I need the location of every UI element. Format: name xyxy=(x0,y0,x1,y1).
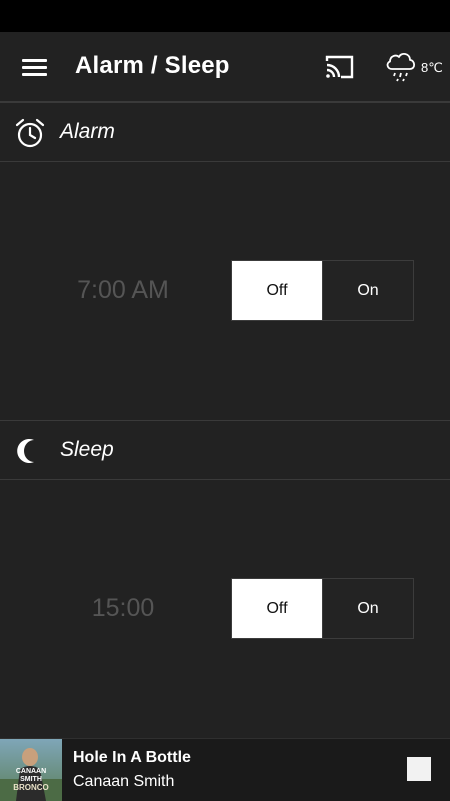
alarm-off-button[interactable]: Off xyxy=(232,261,322,320)
track-title: Hole In A Bottle xyxy=(73,749,191,766)
alarm-section-label: Alarm xyxy=(60,120,115,143)
rain-cloud-icon xyxy=(386,53,416,82)
sleep-time[interactable]: 15:00 xyxy=(48,594,198,623)
moon-icon xyxy=(17,439,34,463)
status-bar xyxy=(0,0,450,32)
page-title: Alarm / Sleep xyxy=(75,52,230,79)
alarm-toggle: Off On xyxy=(231,260,414,321)
hamburger-menu-icon[interactable] xyxy=(22,56,48,78)
track-artist: Canaan Smith xyxy=(73,773,175,790)
sleep-off-button[interactable]: Off xyxy=(232,579,322,638)
alarm-clock-icon xyxy=(15,118,45,148)
alarm-on-button[interactable]: On xyxy=(322,261,413,320)
sleep-on-button[interactable]: On xyxy=(322,579,413,638)
app-bar: Alarm / Sleep 8℃ xyxy=(0,32,450,102)
sleep-section-label: Sleep xyxy=(60,438,114,461)
svg-text:BRONCO: BRONCO xyxy=(13,783,49,792)
svg-text:SMITH: SMITH xyxy=(20,776,42,783)
mini-player[interactable]: CANAAN SMITH BRONCO Hole In A Bottle Can… xyxy=(0,738,450,801)
sleep-section-header: Sleep xyxy=(0,420,450,480)
cast-icon[interactable] xyxy=(325,54,355,80)
weather-widget[interactable]: 8℃ xyxy=(384,49,448,85)
alarm-section-header: Alarm xyxy=(0,102,450,162)
album-art[interactable]: CANAAN SMITH BRONCO xyxy=(0,739,62,801)
sleep-toggle: Off On xyxy=(231,578,414,639)
stop-icon[interactable] xyxy=(407,757,431,781)
svg-text:CANAAN: CANAAN xyxy=(16,768,46,775)
alarm-time[interactable]: 7:00 AM xyxy=(48,276,198,305)
weather-temperature: 8℃ xyxy=(421,60,443,75)
